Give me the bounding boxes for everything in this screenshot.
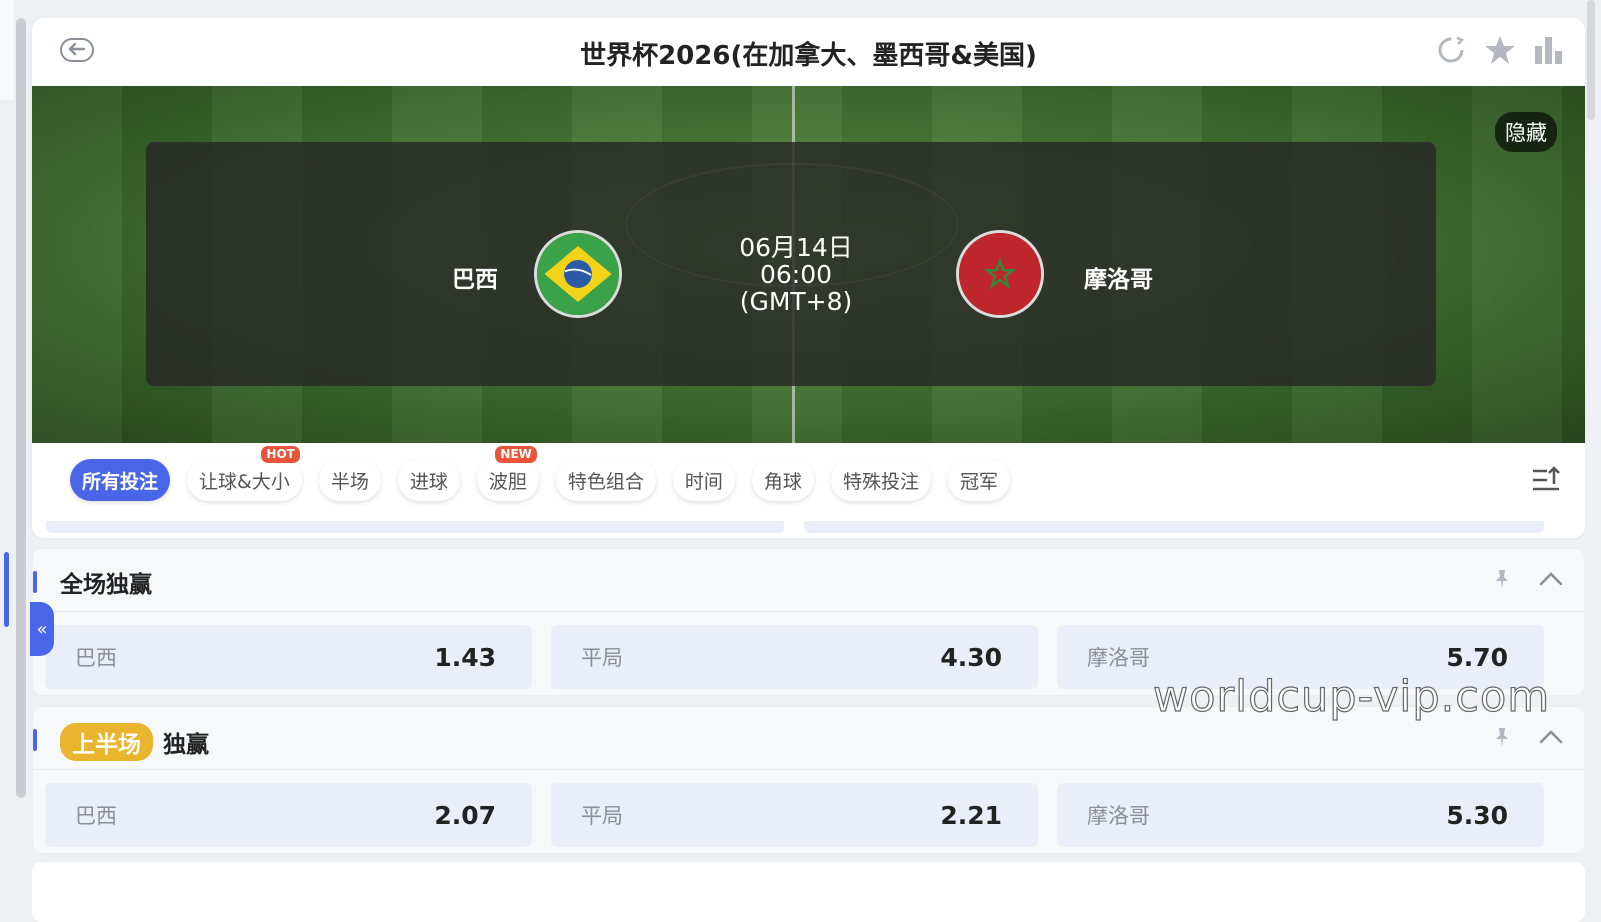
top-actions (1435, 34, 1565, 66)
tab-label: 进球 (409, 470, 448, 493)
brazil-flag-icon (534, 230, 622, 318)
odds-label: 摩洛哥 (1087, 646, 1150, 670)
odds-value: 2.21 (940, 800, 1002, 830)
watermark-text: worldcup-vip.com (1152, 671, 1551, 722)
stats-chart-icon[interactable] (1533, 34, 1565, 66)
tab-2[interactable]: 半场 (318, 459, 381, 501)
odds-value: 5.30 (1446, 800, 1508, 830)
star-icon[interactable] (1483, 34, 1517, 66)
odds-value: 5.70 (1446, 642, 1508, 672)
tab-label: 特色组合 (567, 470, 644, 493)
tab-label: 让球&大小 (199, 470, 290, 493)
odds-value: 4.30 (940, 642, 1002, 672)
chevron-up-icon[interactable] (1538, 570, 1564, 588)
period-tag: 上半场 (60, 723, 153, 761)
odds-button[interactable]: 巴西 2.07 (45, 783, 532, 847)
tab-5[interactable]: 特色组合 (555, 459, 656, 501)
odds-label: 平局 (581, 804, 623, 828)
top-bar: 世界杯2026(在加拿大、墨西哥&美国) (32, 18, 1585, 86)
odds-button[interactable]: 平局 2.21 (551, 783, 1038, 847)
collapse-menu-icon[interactable] (1531, 465, 1561, 499)
odds-row: 巴西 2.07 平局 2.21 摩洛哥 5.30 (45, 783, 1544, 847)
tab-8[interactable]: 特殊投注 (830, 459, 931, 501)
new-badge: NEW (495, 446, 537, 463)
odds-button[interactable]: 平局 4.30 (551, 625, 1038, 689)
tab-7[interactable]: 角球 (751, 459, 814, 501)
odds-label: 巴西 (75, 646, 117, 670)
odds-button[interactable]: 巴西 1.43 (45, 625, 532, 689)
left-scrollbar[interactable] (16, 18, 26, 798)
odds-label: 平局 (581, 646, 623, 670)
tab-label: 时间 (684, 470, 723, 493)
double-chevron-left-icon: « (36, 618, 48, 640)
tab-1[interactable]: 让球&大小 HOT (187, 446, 302, 501)
market-title-text: 全场独赢 (60, 572, 152, 598)
chevron-up-icon[interactable] (1538, 728, 1564, 746)
odds-button[interactable]: 摩洛哥 5.30 (1057, 783, 1544, 847)
tab-6[interactable]: 时间 (672, 459, 735, 501)
left-accent-bar (4, 552, 9, 627)
kickoff-time: 06月14日 06:00 (GMT+8) (666, 234, 926, 315)
market-card: 上半场 独赢巴西 2.07 平局 2.21 摩洛哥 5.30 (32, 706, 1585, 854)
tab-4[interactable]: 波胆 NEW (476, 446, 539, 501)
tab-label: 特殊投注 (842, 470, 919, 493)
market-title: 全场独赢 (60, 565, 152, 599)
away-team-name: 摩洛哥 (1084, 267, 1153, 293)
market-title-text: 独赢 (163, 732, 209, 758)
bet-category-tabs: 所有投注 让球&大小 HOT 半场 进球 波胆 NEW 特色组合 时间 角球 特殊投注 冠军 (32, 443, 1585, 521)
market-header[interactable]: 全场独赢 (33, 549, 1584, 612)
tab-label: 半场 (330, 470, 369, 493)
pin-icon[interactable] (1490, 725, 1514, 749)
morocco-flag-icon (956, 230, 1044, 318)
left-edge-strip (0, 0, 14, 100)
market-actions (1490, 567, 1564, 591)
tab-label: 波胆 (488, 470, 527, 493)
odds-label: 摩洛哥 (1087, 804, 1150, 828)
tab-label: 冠军 (959, 470, 998, 493)
tab-label: 所有投注 (82, 470, 159, 493)
odds-value: 1.43 (434, 642, 496, 672)
market-accent-bar (33, 571, 37, 593)
page-title: 世界杯2026(在加拿大、墨西哥&美国) (580, 41, 1037, 71)
next-market-card (32, 862, 1585, 922)
odds-value: 2.07 (434, 800, 496, 830)
match-date: 06月14日 (739, 233, 853, 262)
sidebar-toggle-button[interactable]: « (30, 602, 54, 656)
tab-3[interactable]: 进球 (397, 459, 460, 501)
tab-underline-strip (32, 521, 1585, 538)
tab-0[interactable]: 所有投注 (70, 459, 171, 501)
market-title: 上半场 独赢 (60, 723, 209, 761)
home-team-name: 巴西 (452, 267, 498, 293)
right-scrollbar[interactable] (1587, 0, 1595, 120)
market-accent-bar (33, 729, 37, 751)
tab-9[interactable]: 冠军 (947, 459, 1010, 501)
odds-label: 巴西 (75, 804, 117, 828)
refresh-icon[interactable] (1435, 34, 1467, 66)
market-actions (1490, 725, 1564, 749)
match-time: 06:00 (759, 260, 833, 289)
pin-icon[interactable] (1490, 567, 1514, 591)
match-info-box: 巴西 06月14日 06:00 (GMT+8) 摩洛哥 (146, 142, 1436, 386)
match-hero: 隐藏 巴西 06月14日 06:00 (GMT+8) 摩洛哥 (32, 86, 1585, 443)
match-panel: 世界杯2026(在加拿大、墨西哥&美国) 隐藏 巴西 06月14日 06:00 (32, 18, 1585, 538)
tab-list: 所有投注 让球&大小 HOT 半场 进球 波胆 NEW 特色组合 时间 角球 特殊投注 冠军 (70, 446, 1010, 501)
hot-badge: HOT (261, 446, 300, 463)
match-timezone: (GMT+8) (739, 287, 853, 316)
hide-button[interactable]: 隐藏 (1495, 112, 1557, 152)
tab-label: 角球 (763, 470, 802, 493)
